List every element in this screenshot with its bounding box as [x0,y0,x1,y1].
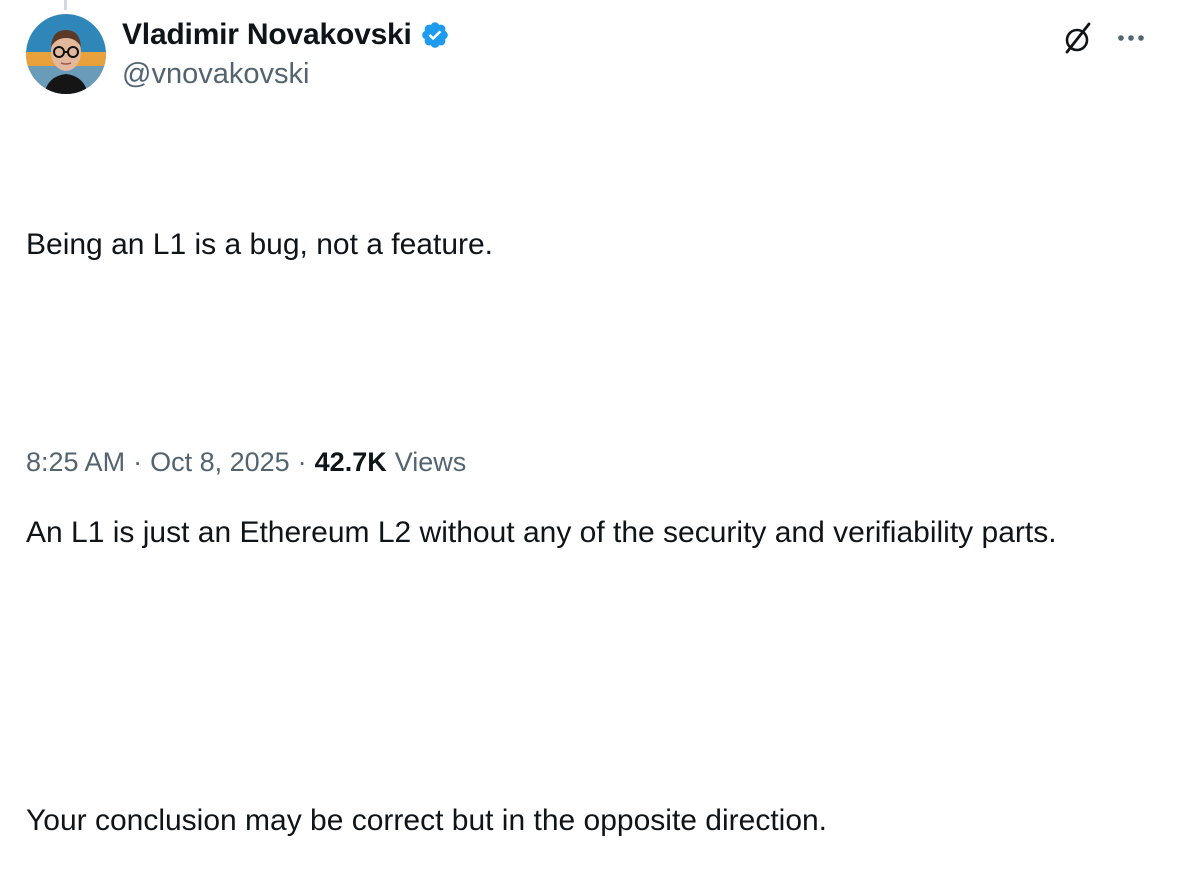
tweet-paragraph: An L1 is just an Ethereum L2 without any… [26,516,1057,549]
tweet-metadata: 8:25 AM · Oct 8, 2025 · 42.7K Views [26,442,466,482]
avatar-image [26,14,106,94]
author-name-row: Vladimir Novakovski [122,16,450,54]
meta-separator: · [133,446,143,477]
grok-button[interactable] [1058,18,1098,58]
author-handle[interactable]: @vnovakovski [122,58,309,91]
meta-separator: · [297,446,307,477]
verified-badge-icon[interactable] [420,20,450,50]
grok-icon [1065,22,1091,54]
more-horizontal-icon [1118,35,1144,41]
tweet-time[interactable]: 8:25 AM [26,447,125,478]
avatar[interactable] [26,14,106,94]
author-display-name[interactable]: Vladimir Novakovski [122,18,412,52]
tweet-text: Being an L1 is a bug, not a feature. An … [26,125,1166,893]
tweet-date[interactable]: Oct 8, 2025 [150,447,290,478]
views-label: Views [394,446,467,477]
tweet-paragraph: Being an L1 is a bug, not a feature. [26,228,494,261]
views-count[interactable]: 42.7K [315,447,387,478]
tweet-paragraph: Your conclusion may be correct but in th… [26,804,828,837]
thread-connector-line [64,0,67,10]
more-options-button[interactable] [1111,18,1151,58]
